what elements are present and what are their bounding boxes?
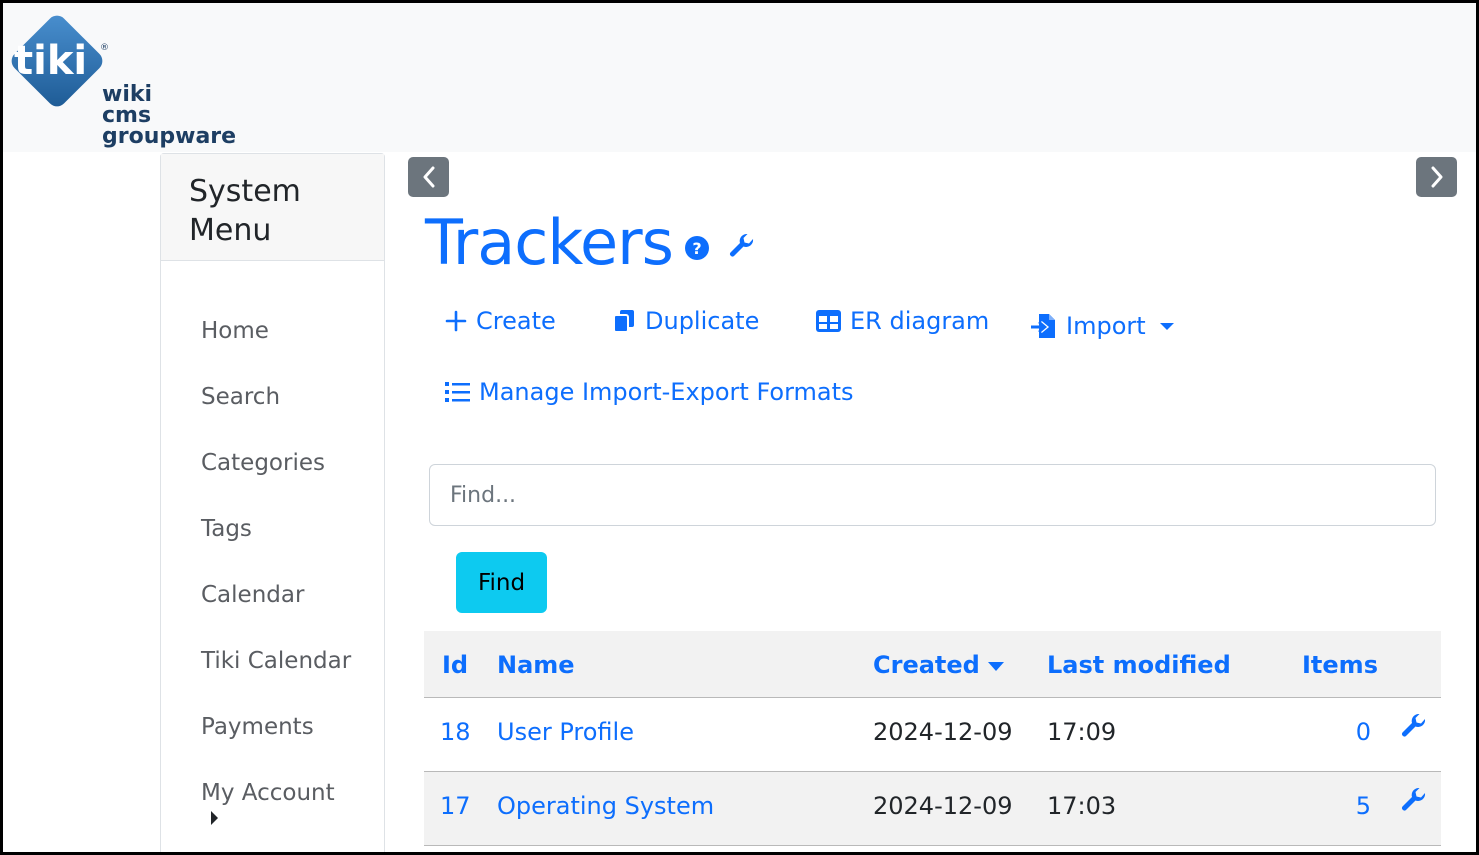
find-button[interactable]: Find: [456, 552, 547, 613]
table-row: 17 Operating System 2024-12-09 17:03 5: [424, 772, 1441, 846]
tracker-id-link[interactable]: 17: [440, 792, 471, 820]
tracker-name-link[interactable]: Operating System: [497, 792, 714, 820]
menu-item-payments[interactable]: Payments: [161, 712, 384, 778]
created-date: 2024-12-09: [873, 718, 1013, 746]
table-icon: [816, 310, 841, 332]
column-header-items[interactable]: Items: [1302, 651, 1378, 679]
menu-item-tiki-calendar[interactable]: Tiki Calendar: [161, 646, 384, 712]
toggle-left-column-button[interactable]: [408, 157, 449, 197]
system-menu-list: Home Search Categories Tags Calendar Tik…: [161, 261, 384, 844]
sort-desc-icon: [987, 661, 1004, 671]
toggle-right-column-button[interactable]: [1416, 157, 1457, 197]
menu-item-search[interactable]: Search: [161, 382, 384, 448]
menu-item-my-account[interactable]: My Account: [161, 778, 384, 844]
last-modified-time: 17:03: [1047, 792, 1117, 820]
logo-badge-text: tiki: [14, 38, 87, 84]
menu-item-calendar[interactable]: Calendar: [161, 580, 384, 646]
items-count-link[interactable]: 5: [1311, 792, 1371, 820]
dropdown-caret-icon: [1159, 322, 1174, 330]
create-button[interactable]: Create: [444, 307, 556, 335]
column-header-created[interactable]: Created: [873, 651, 1004, 679]
chevron-right-icon: [1431, 166, 1442, 188]
copy-icon: [613, 310, 634, 333]
table-row: 18 User Profile 2024-12-09 17:09 0: [424, 698, 1441, 772]
trackers-table: Id Name Created Last modified Items 18 U…: [424, 631, 1441, 846]
find-input[interactable]: [429, 464, 1436, 526]
expand-caret-icon[interactable]: [211, 811, 218, 825]
items-count-link[interactable]: 0: [1311, 718, 1371, 746]
column-header-name[interactable]: Name: [497, 651, 575, 679]
question-circle-icon[interactable]: ?: [684, 235, 710, 261]
table-header: Id Name Created Last modified Items: [424, 631, 1441, 698]
duplicate-button[interactable]: Duplicate: [611, 307, 759, 335]
created-date: 2024-12-09: [873, 792, 1013, 820]
last-modified-time: 17:09: [1047, 718, 1117, 746]
chevron-left-icon: [423, 166, 434, 188]
import-dropdown[interactable]: Import: [1030, 312, 1174, 340]
menu-item-home[interactable]: Home: [161, 316, 384, 382]
site-header: tiki ® wiki cms groupware: [0, 0, 1479, 152]
wrench-icon[interactable]: [1400, 712, 1428, 740]
svg-text:®: ®: [100, 43, 109, 53]
list-icon: [445, 382, 470, 402]
tiki-logo[interactable]: tiki ® wiki cms groupware: [4, 14, 244, 149]
system-menu-header: System Menu: [161, 154, 384, 261]
logo-wordmark: wiki cms groupware: [102, 82, 237, 149]
manage-import-export-formats-button[interactable]: Manage Import-Export Formats: [444, 378, 854, 406]
tiki-logo-badge: tiki ®: [11, 15, 109, 107]
system-menu: System Menu Home Search Categories Tags …: [160, 153, 385, 855]
plus-icon: [445, 310, 467, 332]
page-title: Trackers: [425, 206, 674, 279]
file-import-icon: [1031, 314, 1055, 338]
wrench-icon[interactable]: [728, 232, 756, 260]
column-header-last-modified[interactable]: Last modified: [1047, 651, 1231, 679]
tracker-id-link[interactable]: 18: [440, 718, 471, 746]
svg-text:?: ?: [692, 239, 701, 258]
tracker-name-link[interactable]: User Profile: [497, 718, 634, 746]
menu-item-tags[interactable]: Tags: [161, 514, 384, 580]
system-menu-title: System Menu: [189, 174, 301, 248]
menu-item-categories[interactable]: Categories: [161, 448, 384, 514]
column-header-id[interactable]: Id: [442, 651, 468, 679]
er-diagram-button[interactable]: ER diagram: [815, 307, 989, 335]
wrench-icon[interactable]: [1400, 786, 1428, 814]
